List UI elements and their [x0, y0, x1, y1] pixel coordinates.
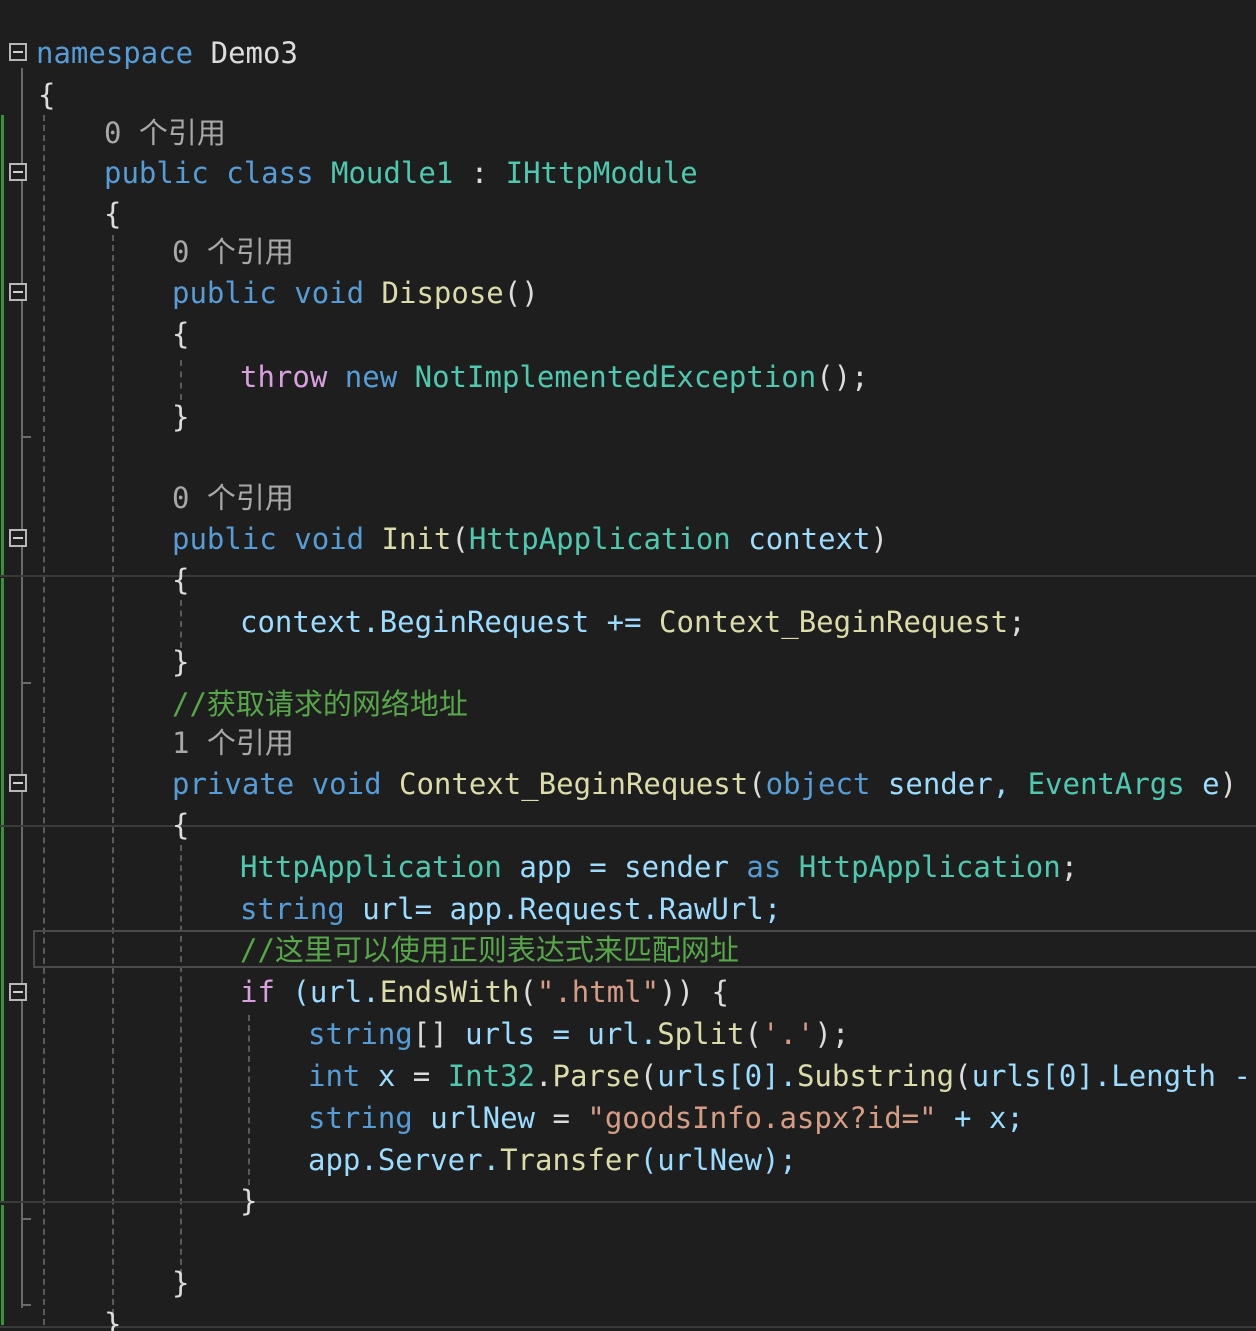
code-line[interactable]: } — [172, 641, 189, 683]
code-line[interactable]: } — [172, 1262, 189, 1304]
code-line[interactable]: public void Init(HttpApplication context… — [172, 518, 888, 560]
change-indicator — [1, 578, 4, 1203]
change-indicator — [1, 115, 4, 575]
code-line[interactable]: public class Moudle1 : IHttpModule — [104, 152, 698, 194]
indent-guide — [248, 1015, 250, 1185]
code-line[interactable]: namespace Demo3 — [36, 32, 298, 74]
code-line[interactable]: private void Context_BeginRequest(object… — [172, 763, 1237, 805]
fold-toggle-init[interactable] — [9, 529, 27, 547]
codelens-references[interactable]: 1 个引用 — [172, 722, 294, 764]
fold-end-marker — [21, 436, 31, 438]
code-line[interactable]: } — [172, 396, 189, 438]
code-line[interactable]: HttpApplication app = sender as HttpAppl… — [240, 846, 1078, 888]
code-line[interactable]: if (url.EndsWith(".html")) { — [240, 971, 729, 1013]
method-separator — [0, 1201, 1256, 1203]
code-comment[interactable]: //获取请求的网络地址 — [172, 683, 468, 725]
codelens-references[interactable]: 0 个引用 — [104, 112, 226, 154]
method-separator — [0, 1326, 1256, 1328]
fold-toggle-namespace[interactable] — [9, 43, 27, 61]
indent-guide — [112, 235, 114, 1325]
fold-toggle-dispose[interactable] — [9, 283, 27, 301]
code-line[interactable]: public void Dispose() — [172, 272, 539, 314]
code-line[interactable]: } — [240, 1180, 257, 1222]
code-line[interactable]: throw new NotImplementedException(); — [240, 356, 869, 398]
indent-guide — [180, 845, 182, 1275]
code-line[interactable]: string url= app.Request.RawUrl; — [240, 888, 781, 930]
indent-guide — [180, 360, 182, 400]
fold-end-marker — [21, 682, 31, 684]
code-line[interactable]: { — [172, 313, 189, 355]
code-line[interactable]: } — [104, 1303, 121, 1331]
fold-end-marker — [21, 1218, 31, 1220]
fold-toggle-if[interactable] — [9, 983, 27, 1001]
code-line[interactable]: int x = Int32.Parse(urls[0].Substring(ur… — [308, 1055, 1256, 1097]
fold-toggle-class[interactable] — [9, 163, 27, 181]
code-line[interactable]: string[] urls = url.Split('.'); — [308, 1013, 849, 1055]
fold-end-marker — [21, 1304, 31, 1306]
indent-guide — [43, 115, 45, 1325]
fold-toggle-context-beginrequest[interactable] — [9, 774, 27, 792]
code-editor[interactable]: namespace Demo3 { 0 个引用 public class Mou… — [0, 0, 1256, 1331]
codelens-references[interactable]: 0 个引用 — [172, 477, 294, 519]
change-indicator — [1, 1205, 4, 1325]
code-line[interactable]: string urlNew = "goodsInfo.aspx?id=" + x… — [308, 1097, 1024, 1139]
indent-guide — [21, 68, 23, 1308]
code-line[interactable]: { — [38, 74, 55, 116]
code-line[interactable]: { — [172, 559, 189, 601]
code-line[interactable]: { — [104, 193, 121, 235]
code-line[interactable]: { — [172, 804, 189, 846]
code-comment[interactable]: //这里可以使用正则表达式来匹配网址 — [240, 929, 739, 971]
codelens-references[interactable]: 0 个引用 — [172, 231, 294, 273]
code-line[interactable]: context.BeginRequest += Context_BeginReq… — [240, 601, 1026, 643]
code-line[interactable]: app.Server.Transfer(urlNew); — [308, 1139, 797, 1181]
